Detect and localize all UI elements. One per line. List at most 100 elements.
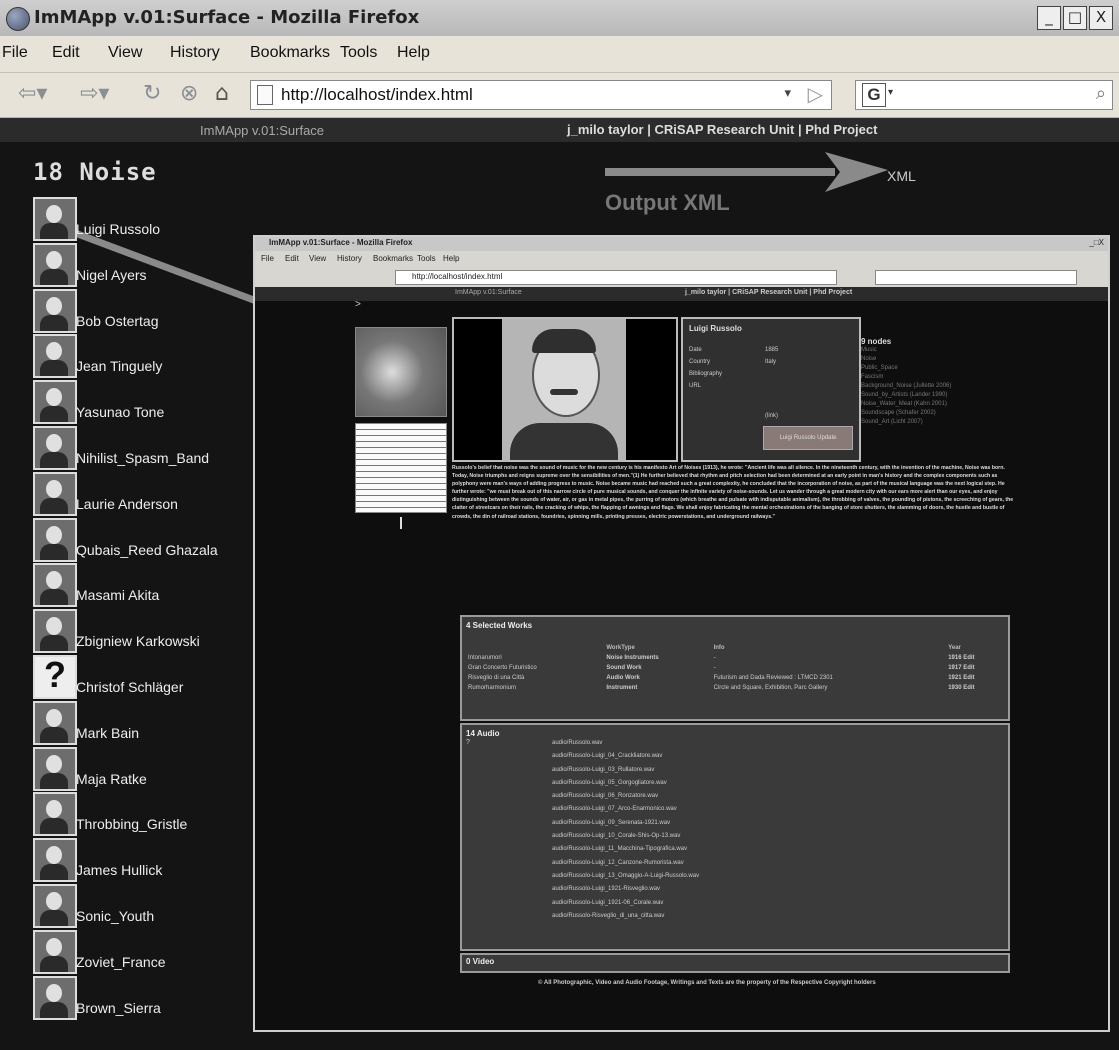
artist-name-link[interactable]: Zoviet_France xyxy=(76,954,165,970)
menu-bar: File Edit View History Bookmarks Tools H… xyxy=(0,36,1119,73)
artist-thumbnail[interactable] xyxy=(33,197,77,241)
artist-thumbnail[interactable] xyxy=(33,380,77,425)
close-button[interactable]: X xyxy=(1089,6,1113,30)
artist-thumbnail[interactable] xyxy=(33,884,77,928)
xml-link[interactable]: XML xyxy=(887,168,916,184)
table-cell: Noise Instruments xyxy=(606,655,659,661)
audio-file-link: audio/Russolo-Luigi_1921-Risveglio.wav xyxy=(552,886,661,893)
back-icon[interactable]: ⇦▾ xyxy=(18,81,47,107)
artist-thumbnail[interactable] xyxy=(33,929,77,974)
inner-menu-help: Help xyxy=(443,254,460,263)
artist-thumbnail[interactable] xyxy=(33,563,77,608)
maximize-button[interactable]: □ xyxy=(1063,6,1087,30)
artist-name-link[interactable]: Bob Ostertag xyxy=(76,313,159,329)
artist-thumbnail[interactable] xyxy=(33,792,77,837)
menu-tools[interactable]: Tools xyxy=(340,44,377,62)
unknown-artist-icon[interactable]: ? xyxy=(33,655,77,699)
node-link: Background_Noise (Jullette 2006) xyxy=(861,383,952,389)
inner-url-text: http://localhost/index.html xyxy=(412,272,503,281)
url-dropdown-icon[interactable]: ▾ xyxy=(784,85,791,101)
table-cell: 1921 Edit xyxy=(948,675,975,681)
menu-view[interactable]: View xyxy=(108,44,142,62)
inner-site-title: ImMApp v.01:Surface xyxy=(455,289,522,296)
artist-thumbnail[interactable] xyxy=(33,517,77,562)
window-title: ImMApp v.01:Surface - Mozilla Firefox xyxy=(34,7,420,28)
menu-history[interactable]: History xyxy=(170,44,220,62)
artist-thumbnail[interactable] xyxy=(33,288,77,333)
artist-name-link[interactable]: Yasunao Tone xyxy=(76,404,164,420)
menu-edit[interactable]: Edit xyxy=(52,44,80,62)
inner-menu-history: History xyxy=(337,254,362,263)
artist-name-link[interactable]: Jean Tinguely xyxy=(76,358,162,374)
node-link: Public_Space xyxy=(861,365,898,371)
output-xml-label: Output XML xyxy=(605,190,730,215)
artist-name-link[interactable]: Zbigniew Karkowski xyxy=(76,633,200,649)
nodes-panel: 9 nodes Music Noise Public_Space Fascism Bac… xyxy=(861,337,951,427)
forward-icon[interactable]: ⇨▾ xyxy=(80,81,109,107)
artist-thumbnail[interactable] xyxy=(33,746,77,791)
artist-name-link[interactable]: Qubais_Reed Ghazala xyxy=(76,542,218,558)
table-row: Intonarumori Noise Instruments - 1916 Edit xyxy=(466,653,1004,663)
artist-name-link[interactable]: Mark Bain xyxy=(76,725,139,741)
table-cell: 1916 Edit xyxy=(948,655,975,661)
inner-menu-bookmarks: Bookmarks xyxy=(373,254,414,263)
inner-cursor: > xyxy=(355,299,361,310)
node-link: Noise_Water_Meat (Kahn 2001) xyxy=(861,401,947,407)
table-cell: 1917 Edit xyxy=(948,665,975,671)
audio-file-link: audio/Russolo-Luigi_04_Crackliatore.wav xyxy=(552,753,663,760)
audio-file-link: audio/Russolo-Luigi_07_Arco-Enarmonico.w… xyxy=(552,806,677,813)
artist-name-link[interactable]: Sonic_Youth xyxy=(76,908,154,924)
audio-file-link: audio/Russolo-Luigi_06_Ronzatore.wav xyxy=(552,793,659,800)
search-engine-icon[interactable]: G xyxy=(862,83,886,107)
artist-thumbnail[interactable] xyxy=(33,471,77,516)
artist-thumbnail[interactable] xyxy=(33,975,77,1020)
menu-bookmarks[interactable]: Bookmarks xyxy=(250,44,330,62)
artist-thumbnail[interactable] xyxy=(33,242,77,287)
artist-name-link[interactable]: Masami Akita xyxy=(76,587,159,603)
artist-name-link[interactable]: James Hullick xyxy=(76,862,162,878)
site-credits[interactable]: j_milo taylor | CRiSAP Research Unit | P… xyxy=(567,122,877,137)
field-label: Country xyxy=(689,359,711,365)
inner-nav-bar: http://localhost/index.html xyxy=(255,267,1108,288)
category-heading: 18 Noise xyxy=(33,158,157,186)
page-content: ImMApp v.01:Surface j_milo taylor | CRiS… xyxy=(0,118,1119,1050)
artist-name-link[interactable]: Christof Schläger xyxy=(76,679,183,695)
artist-thumbnail[interactable] xyxy=(33,334,77,379)
artist-thumbnail[interactable] xyxy=(33,609,77,654)
home-icon[interactable]: ⌂ xyxy=(215,81,229,107)
video-heading: 0 Video xyxy=(466,957,495,966)
artist-name-link[interactable]: Nihilist_Spasm_Band xyxy=(76,450,209,466)
artist-thumbnail[interactable] xyxy=(33,700,77,745)
artist-name-link[interactable]: Maja Ratke xyxy=(76,771,147,787)
table-row: Risveglio di una Città Audio Work Futurism… xyxy=(466,673,1004,683)
node-link: Sound_Art (Licht 2007) xyxy=(861,419,923,425)
node-link: Soundscape (Schafer 2002) xyxy=(861,410,936,416)
site-title[interactable]: ImMApp v.01:Surface xyxy=(200,123,324,138)
selected-works-panel: 4 Selected Works WorkType Info Year Intona… xyxy=(460,615,1010,721)
menu-file[interactable]: File xyxy=(2,44,28,62)
artist-name-link[interactable]: Nigel Ayers xyxy=(76,267,147,283)
stop-icon[interactable]: ⊗ xyxy=(180,81,198,107)
reload-icon[interactable]: ↻ xyxy=(143,81,161,107)
search-icon[interactable]: ⌕ xyxy=(1096,83,1106,104)
go-icon[interactable]: ▷ xyxy=(808,82,823,107)
audio-heading: 14 Audio xyxy=(466,729,500,738)
works-column-header xyxy=(466,643,604,653)
artist-name-link[interactable]: Laurie Anderson xyxy=(76,496,178,512)
inner-site-header: ImMApp v.01:Surface j_milo taylor | CRiS… xyxy=(255,287,1108,301)
artist-thumbnail[interactable] xyxy=(33,426,77,470)
url-text[interactable]: http://localhost/index.html xyxy=(281,85,473,105)
search-box[interactable]: G ▾ ⌕ xyxy=(855,80,1113,110)
menu-help[interactable]: Help xyxy=(397,44,430,62)
search-engine-dropdown-icon[interactable]: ▾ xyxy=(888,87,893,98)
works-column-header: Year xyxy=(948,645,961,651)
audio-file-link: audio/Russolo-Luigi_03_Rullatore.wav xyxy=(552,766,655,773)
artist-name-link[interactable]: Throbbing_Gristle xyxy=(76,816,187,832)
inner-title-bar: ImMApp v.01:Surface - Mozilla Firefox _□… xyxy=(255,237,1108,251)
artist-name-link[interactable]: Luigi Russolo xyxy=(76,221,160,237)
artist-thumbnail[interactable] xyxy=(33,838,77,883)
artist-name-link[interactable]: Brown_Sierra xyxy=(76,1000,161,1016)
minimize-button[interactable]: _ xyxy=(1037,6,1061,30)
field-label: URL xyxy=(689,383,702,389)
url-bar[interactable]: http://localhost/index.html ▾ ▷ xyxy=(250,80,832,110)
